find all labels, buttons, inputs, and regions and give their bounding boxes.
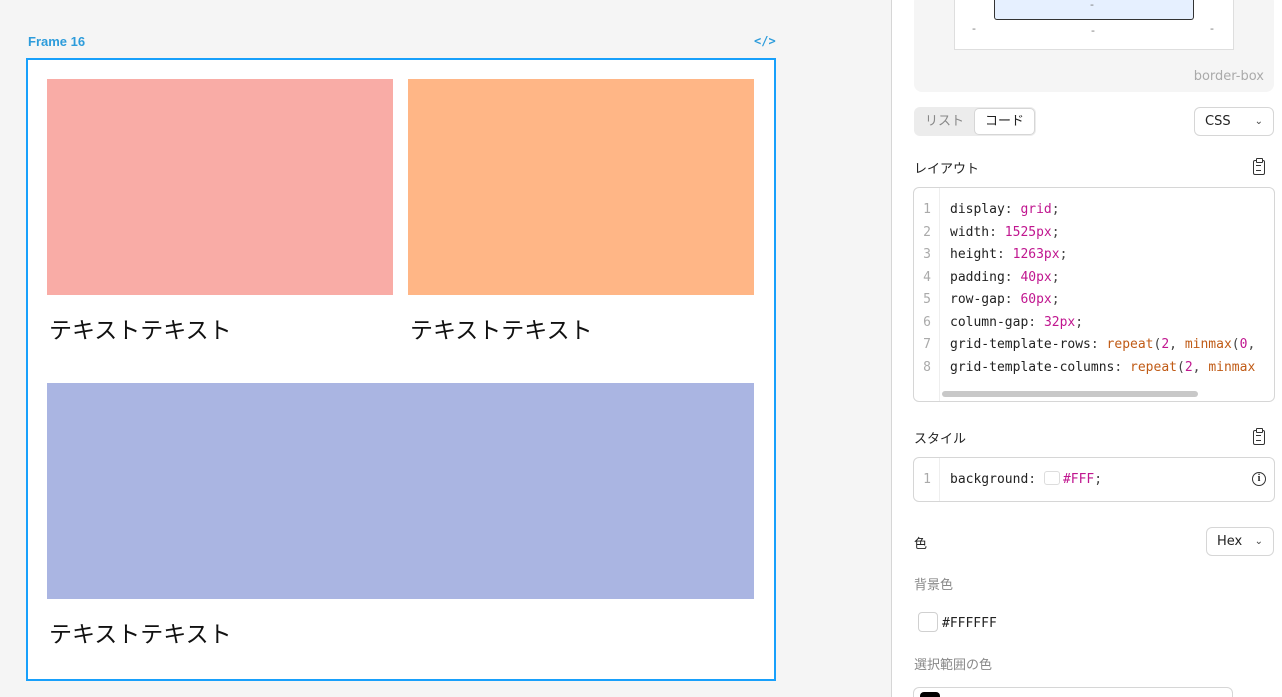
code-token: repeat [1130, 359, 1177, 375]
card-image [47, 383, 754, 599]
code-token: ( [1177, 359, 1185, 375]
card-1[interactable]: テキストテキスト [47, 79, 393, 344]
box-model-value: - [1210, 22, 1214, 35]
color-format-value: Hex [1217, 534, 1243, 549]
line-number: 1 [923, 202, 931, 217]
code-token: grid [1020, 202, 1052, 217]
card-image [408, 79, 754, 295]
horizontal-scrollbar[interactable] [942, 391, 1198, 397]
code-line: 7 grid-template-rows: repeat(2, minmax(0, [914, 334, 1255, 356]
code-view-toggle-icon[interactable]: </> [754, 34, 776, 48]
code-token: , [1247, 337, 1256, 352]
code-line: 1 display: grid; [914, 199, 1060, 221]
line-number: 5 [923, 292, 931, 307]
code-token: ( [1231, 337, 1240, 352]
code-property: grid-template-columns [950, 359, 1115, 375]
line-number: 8 [923, 359, 931, 375]
code-token: repeat [1106, 337, 1154, 352]
box-model-value: - [972, 22, 976, 35]
code-property: row-gap [950, 292, 1005, 307]
selection-color-label: 選択範囲の色 [914, 658, 993, 673]
line-number: 4 [923, 269, 931, 285]
line-number: 7 [923, 337, 931, 352]
tab-code[interactable]: コード [974, 108, 1036, 135]
box-sizing-label: border-box [1193, 69, 1264, 84]
chevron-down-icon: ⌄ [1254, 536, 1263, 547]
code-token: 2 [1161, 337, 1170, 352]
chevron-down-icon: ⌄ [1254, 116, 1263, 127]
code-value: #FFF [1062, 472, 1095, 487]
code-property: column-gap [950, 314, 1029, 330]
line-number: 6 [923, 314, 931, 330]
box-model-value: - [1090, 0, 1094, 11]
code-line: 3 height: 1263px; [914, 244, 1067, 266]
frame-16[interactable]: テキストテキスト テキストテキスト テキストテキスト [26, 58, 776, 681]
code-token: , [1192, 359, 1209, 375]
code-token: minmax [1184, 337, 1232, 352]
code-line: 8 grid-template-columns: repeat(2, minmax [914, 357, 1255, 379]
card-caption: テキストテキスト [49, 318, 232, 344]
line-number: 3 [923, 247, 931, 262]
frame-label[interactable]: Frame 16 [28, 34, 85, 49]
language-select-value: CSS [1205, 114, 1231, 129]
info-icon[interactable]: i [1252, 472, 1266, 486]
code-token: 40px [1020, 269, 1052, 285]
code-property: padding [950, 269, 1005, 285]
color-format-select[interactable]: Hex ⌄ [1206, 527, 1274, 556]
layout-section-title: レイアウト [914, 162, 980, 177]
line-number: 1 [923, 472, 931, 487]
code-token: 60px [1020, 292, 1052, 307]
style-code-block[interactable]: 1 background: #FFF; i [913, 457, 1275, 502]
code-property: background [950, 472, 1029, 487]
selection-color-row[interactable] [913, 687, 1233, 697]
card-3[interactable]: テキストテキスト [47, 383, 754, 648]
code-property: grid-template-rows [950, 337, 1091, 352]
language-select[interactable]: CSS ⌄ [1194, 107, 1274, 136]
code-line: 2 width: 1525px; [914, 222, 1060, 244]
layout-code-block[interactable]: 1 display: grid; 2 width: 1525px; 3 height: 1… [913, 187, 1275, 402]
color-swatch [920, 692, 940, 697]
box-model-outer: - - - - [954, 0, 1234, 50]
tab-list[interactable]: リスト [915, 108, 974, 135]
view-mode-segmented: リスト コード [914, 107, 1037, 136]
code-line: 1 background: #FFF; [914, 469, 1102, 491]
line-number: 2 [923, 224, 931, 240]
background-color-label: 背景色 [914, 578, 954, 593]
code-line: 4 padding: 40px; [914, 267, 1060, 289]
code-token: 1525px [1004, 224, 1052, 240]
box-model-inner: - [994, 0, 1194, 20]
card-2[interactable]: テキストテキスト [408, 79, 754, 344]
copy-clipboard-icon[interactable] [1253, 158, 1265, 175]
card-caption: テキストテキスト [410, 318, 593, 344]
background-color-value: #FFFFFF [942, 616, 997, 631]
code-property: width [950, 224, 990, 240]
box-model-preview: - - - - border-box [914, 0, 1274, 92]
code-token: 32px [1043, 314, 1076, 330]
code-property: display [950, 202, 1005, 217]
color-swatch[interactable] [1043, 471, 1060, 485]
inspector-panel: - - - - border-box リスト コード CSS ⌄ レイアウト 1… [891, 0, 1282, 697]
box-model-value: - [1091, 24, 1095, 37]
card-caption: テキストテキスト [49, 622, 232, 648]
code-token: , [1169, 337, 1185, 352]
color-swatch [918, 612, 938, 632]
card-image [47, 79, 393, 295]
style-section-title: スタイル [914, 432, 967, 447]
code-token: minmax [1208, 359, 1256, 375]
color-section-title: 色 [914, 537, 928, 552]
code-property: height [950, 247, 997, 262]
code-token: 2 [1184, 359, 1193, 375]
code-line: 6 column-gap: 32px; [914, 312, 1083, 334]
code-token: 1263px [1012, 247, 1060, 262]
code-line: 5 row-gap: 60px; [914, 289, 1060, 311]
background-color-row[interactable]: #FFFFFF [918, 612, 997, 632]
copy-clipboard-icon[interactable] [1253, 428, 1265, 445]
